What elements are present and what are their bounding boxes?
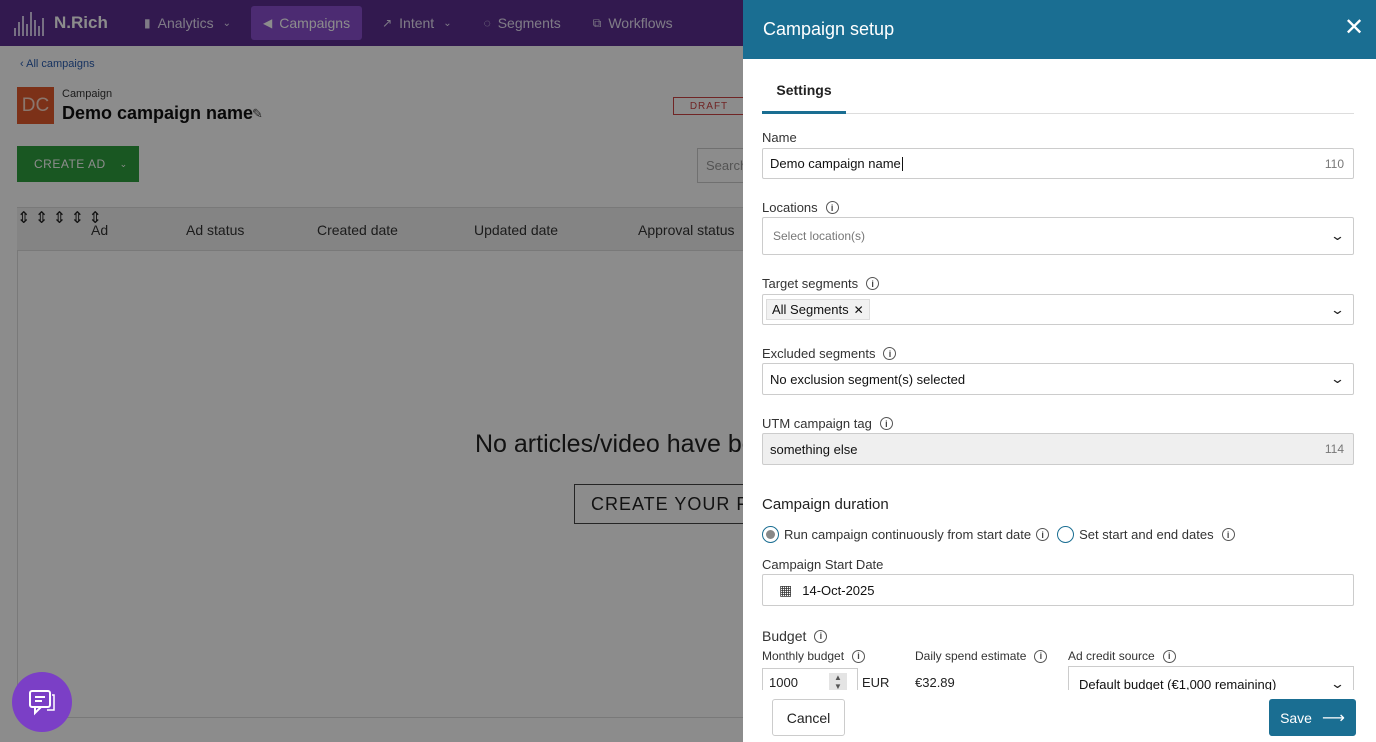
locations-placeholder: Select location(s) <box>773 229 866 243</box>
chat-bubble-icon <box>29 690 55 716</box>
locations-label: Locations i <box>762 200 839 215</box>
monthly-budget-value: 1000 <box>769 675 798 690</box>
cancel-button[interactable]: Cancel <box>772 699 845 736</box>
info-icon[interactable]: i <box>825 201 839 214</box>
info-icon[interactable]: i <box>1221 528 1235 541</box>
radio-date-range-label[interactable]: Set start and end dates <box>1079 527 1213 542</box>
segment-chip-label: All Segments <box>772 302 849 317</box>
text-cursor <box>901 156 903 171</box>
ad-credit-label: Ad credit source i <box>1068 649 1176 663</box>
drawer-footer: Cancel Save ⟶ <box>743 690 1376 742</box>
radio-continuous[interactable] <box>762 526 779 543</box>
target-segments-label: Target segments i <box>762 276 880 291</box>
campaign-setup-drawer: Campaign setup ✕ Settings Name Demo camp… <box>743 0 1376 742</box>
radio-continuous-label[interactable]: Run campaign continuously from start dat… <box>784 527 1031 542</box>
utm-label: UTM campaign tag i <box>762 416 893 431</box>
name-label: Name <box>762 130 797 145</box>
budget-label-text: Budget <box>762 628 807 644</box>
utm-char-counter: 114 <box>1324 442 1344 456</box>
save-label: Save <box>1280 709 1312 726</box>
budget-label: Budget i <box>762 628 828 644</box>
drawer-header: Campaign setup ✕ <box>743 0 1376 59</box>
utm-value: something else <box>770 441 858 457</box>
utm-input[interactable]: something else 114 <box>762 433 1354 465</box>
remove-chip-icon[interactable]: ✕ <box>854 303 864 317</box>
info-icon[interactable]: i <box>866 277 880 290</box>
calendar-icon[interactable]: ▦ <box>779 582 792 599</box>
chevron-down-icon: ⌄ <box>1329 228 1346 243</box>
start-date-input[interactable]: ▦ 14-Oct-2025 <box>762 574 1354 606</box>
tab-settings[interactable]: Settings <box>762 68 846 114</box>
monthly-budget-label-text: Monthly budget <box>762 649 845 663</box>
currency-label: EUR <box>862 675 890 690</box>
drawer-title: Campaign setup <box>763 19 895 39</box>
name-char-counter: 110 <box>1324 156 1344 171</box>
start-date-label-text: Campaign Start Date <box>762 557 884 572</box>
name-input[interactable]: Demo campaign name 110 <box>762 148 1354 179</box>
daily-spend-label-text: Daily spend estimate <box>915 649 1027 663</box>
start-date-label: Campaign Start Date <box>762 557 883 572</box>
chat-launcher-button[interactable] <box>12 672 72 732</box>
radio-date-range[interactable] <box>1057 526 1075 543</box>
excluded-segments-value: No exclusion segment(s) selected <box>770 371 966 387</box>
close-icon[interactable]: ✕ <box>1342 16 1366 40</box>
segment-chip: All Segments ✕ <box>766 299 870 320</box>
daily-spend-label: Daily spend estimate i <box>915 649 1048 663</box>
drawer-tabs: Settings <box>762 68 1354 114</box>
info-icon[interactable]: i <box>814 629 828 643</box>
number-stepper[interactable]: ▲ ▼ <box>829 673 847 691</box>
info-icon[interactable]: i <box>852 649 866 663</box>
ad-credit-label-text: Ad credit source <box>1068 649 1155 663</box>
locations-select[interactable]: Select location(s) ⌄ <box>762 217 1354 255</box>
name-label-text: Name <box>762 130 797 145</box>
locations-label-text: Locations <box>762 200 818 215</box>
chevron-down-icon: ⌄ <box>1329 371 1346 386</box>
info-icon[interactable]: i <box>1034 649 1048 663</box>
name-value: Demo campaign name <box>770 156 901 171</box>
utm-label-text: UTM campaign tag <box>762 416 872 431</box>
target-segments-label-text: Target segments <box>762 276 859 291</box>
excluded-segments-label-text: Excluded segments <box>762 346 876 361</box>
monthly-budget-label: Monthly budget i <box>762 649 866 663</box>
info-icon[interactable]: i <box>1162 649 1176 663</box>
start-date-value: 14-Oct-2025 <box>802 582 875 598</box>
excluded-segments-select[interactable]: No exclusion segment(s) selected ⌄ <box>762 363 1354 395</box>
target-segments-select[interactable]: All Segments ✕ ⌄ <box>762 294 1354 325</box>
chevron-down-icon: ⌄ <box>1329 301 1346 317</box>
excluded-segments-label: Excluded segments i <box>762 346 897 361</box>
campaign-duration-title: Campaign duration <box>762 496 889 513</box>
duration-options: Run campaign continuously from start dat… <box>762 526 1235 543</box>
info-icon[interactable]: i <box>883 347 897 360</box>
info-icon[interactable]: i <box>1036 528 1050 541</box>
daily-spend-value: €32.89 <box>915 675 955 690</box>
save-button[interactable]: Save ⟶ <box>1269 699 1356 736</box>
arrow-right-icon: ⟶ <box>1321 709 1345 727</box>
info-icon[interactable]: i <box>879 417 893 430</box>
